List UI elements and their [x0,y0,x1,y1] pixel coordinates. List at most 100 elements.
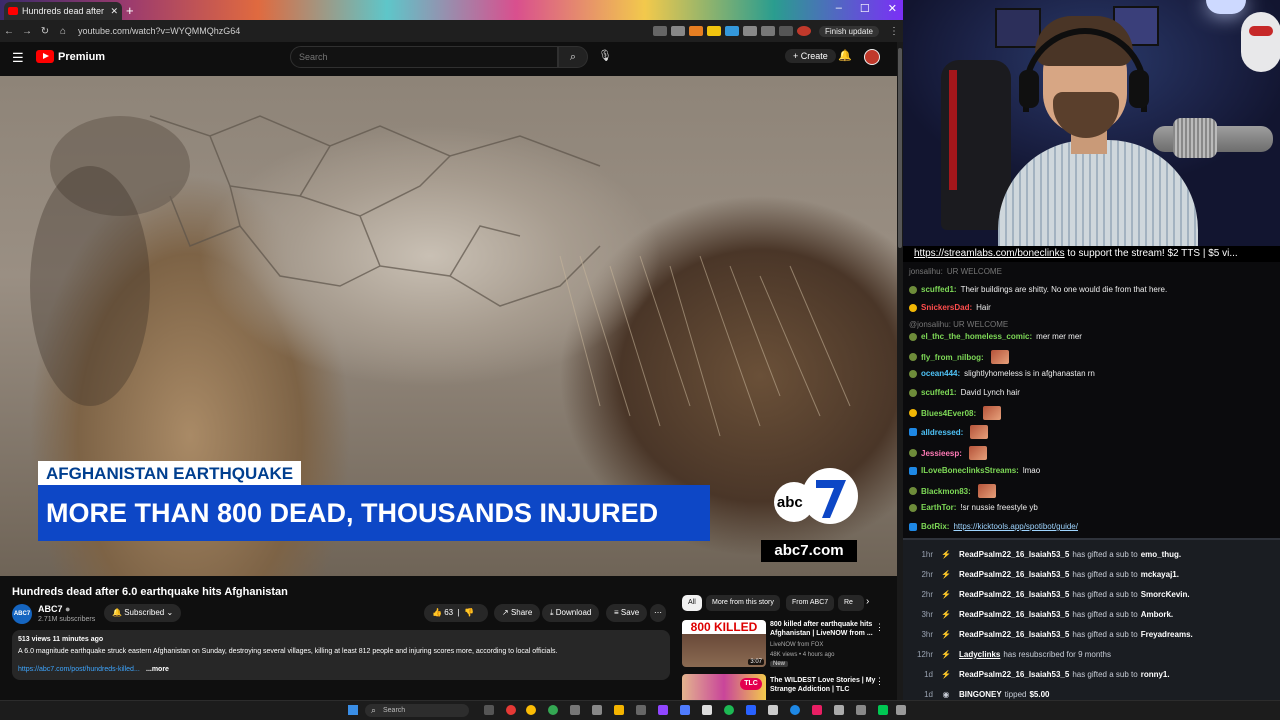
more-dots-icon: ⋯ [654,608,662,617]
chat-username[interactable]: ILoveBoneclinksStreams: [921,466,1019,475]
chrome-icon[interactable] [526,705,536,715]
hamburger-menu-icon[interactable]: ☰ [12,50,24,66]
windows-start-icon[interactable] [348,705,358,715]
chat-link[interactable]: https://kicktools.app/spotibot/guide/ [953,522,1078,531]
chat-username[interactable]: fly_from_nilbog: [921,353,984,362]
thumbs-down-icon: 👎 [464,608,475,617]
back-icon[interactable]: ← [0,26,18,37]
windows-taskbar: Search [0,700,1280,720]
app-icon[interactable] [636,705,646,715]
chat-username[interactable]: scuffed1: [921,285,957,294]
taskbar-search[interactable]: Search [365,704,469,717]
chat-username[interactable]: jonsalihu: [909,267,943,276]
app-icon[interactable] [856,705,866,715]
channel-avatar[interactable]: ABC7 [12,604,32,624]
app-icon[interactable] [812,705,822,715]
chrome-icon[interactable] [548,705,558,715]
video-duration: 3:07 [748,659,764,665]
search-input[interactable] [290,46,558,68]
search-button[interactable]: ⌕ [558,46,588,68]
app-icon[interactable] [790,705,800,715]
recommendation-item[interactable]: 800 KILLED 3:07 800 killed after earthqu… [682,620,890,670]
app-icon[interactable] [702,705,712,715]
recommendation-thumbnail[interactable]: TLC [682,674,766,700]
sidebar-icon[interactable] [760,26,775,36]
app-icon[interactable] [592,705,602,715]
video-player[interactable]: AFGHANISTAN EARTHQUAKE MORE THAN 800 DEA… [0,76,897,576]
description-box[interactable]: 513 views 11 minutes ago A 6.0 magnitude… [12,630,670,680]
create-button[interactable]: + Create [785,49,836,63]
app-icon[interactable] [768,705,778,715]
cast-icon[interactable] [652,26,667,36]
chat-username[interactable]: SnickersDad: [921,303,972,312]
recommendation-menu-icon[interactable]: ⋮ [875,622,884,633]
chip-more-from-story[interactable]: More from this story [706,595,780,611]
share-button[interactable]: ↗ Share [494,604,541,622]
subscribed-button[interactable]: 🔔 Subscribed ⌄ [104,604,182,622]
recommendation-title[interactable]: The WILDEST Love Stories | My Strange Ad… [770,676,876,694]
kick-icon[interactable] [878,705,888,715]
chip-from-abc7[interactable]: From ABC7 [786,595,835,611]
extension-icon[interactable] [706,26,721,36]
scrollbar-thumb[interactable] [898,48,902,248]
recommendation-item[interactable]: TLC The WILDEST Love Stories | My Strang… [682,674,890,700]
download-button[interactable]: ⤓ Download [542,604,600,622]
extensions-puzzle-icon[interactable] [742,26,757,36]
chips-next-chevron-icon[interactable]: › [866,596,869,607]
chat-username[interactable]: ocean444: [921,369,960,378]
bookmark-star-icon[interactable] [670,26,685,36]
task-view-icon[interactable] [484,705,494,715]
forward-icon[interactable]: → [18,26,36,37]
spotify-icon[interactable] [724,705,734,715]
new-tab-icon[interactable]: + [126,3,134,18]
chat-username[interactable]: BotRix: [921,522,949,531]
minimize-icon[interactable]: – [836,2,842,15]
app-icon[interactable] [834,705,844,715]
description-text: A 6.0 magnitude earthquake struck easter… [18,648,558,655]
recommendation-menu-icon[interactable]: ⋮ [875,676,884,687]
opera-icon[interactable] [506,705,516,715]
save-button[interactable]: ≡ Save [606,604,648,622]
description-link[interactable]: https://abc7.com/post/hundreds-killed... [18,666,140,673]
extension-icon[interactable] [688,26,703,36]
app-icon[interactable] [570,705,580,715]
extension-icon[interactable] [724,26,739,36]
chat-username[interactable]: scuffed1: [921,388,957,397]
twitch-icon[interactable] [658,705,668,715]
microphone-icon[interactable]: 🎙 [598,49,612,62]
file-explorer-icon[interactable] [614,705,624,715]
app-icon[interactable] [746,705,756,715]
browser-tab-active[interactable]: Hundreds dead after 6.0 ea... ✕ [4,2,122,20]
url-field[interactable]: youtube.com/watch?v=WYQMMQhzG64 [78,26,651,36]
chat-username[interactable]: el_thc_the_homeless_comic: [921,332,1032,341]
show-more-link[interactable]: ...more [146,666,169,673]
recommendation-channel[interactable]: LiveNOW from FOX [770,642,823,648]
like-dislike-button[interactable]: 👍 63 | 👎 [424,604,488,622]
menu-kebab-icon[interactable]: ⋮ [885,26,903,37]
download-icon[interactable] [778,26,793,36]
chat-username[interactable]: Blues4Ever08: [921,409,976,418]
account-avatar[interactable] [864,49,880,65]
maximize-icon[interactable]: ☐ [860,2,870,15]
view-count-date: 513 views 11 minutes ago [18,636,104,643]
reload-icon[interactable]: ↻ [36,26,54,37]
profile-avatar-icon[interactable] [796,26,811,36]
chip-related[interactable]: Re [838,595,864,611]
close-window-icon[interactable]: ✕ [888,2,897,15]
more-actions-button[interactable]: ⋯ [650,604,666,622]
chat-username[interactable]: alldressed: [921,428,963,437]
close-tab-icon[interactable]: ✕ [110,6,118,17]
chat-username[interactable]: Blackmon83: [921,487,971,496]
chip-all[interactable]: All [682,595,702,611]
chat-username[interactable]: Jessieesp: [921,449,962,458]
app-icon[interactable] [896,705,906,715]
home-icon[interactable]: ⌂ [54,26,72,37]
recommendation-title[interactable]: 800 killed after earthquake hits Afghani… [770,620,876,638]
finish-update-button[interactable]: Finish update [818,25,879,37]
recommendation-thumbnail[interactable]: 800 KILLED 3:07 [682,620,766,667]
notifications-bell-icon[interactable]: 🔔 [838,49,852,62]
app-icon[interactable] [680,705,690,715]
channel-name[interactable]: ABC7 ● [38,604,70,614]
chat-username[interactable]: EarthTor: [921,503,956,512]
youtube-logo[interactable]: Premium [36,50,105,63]
